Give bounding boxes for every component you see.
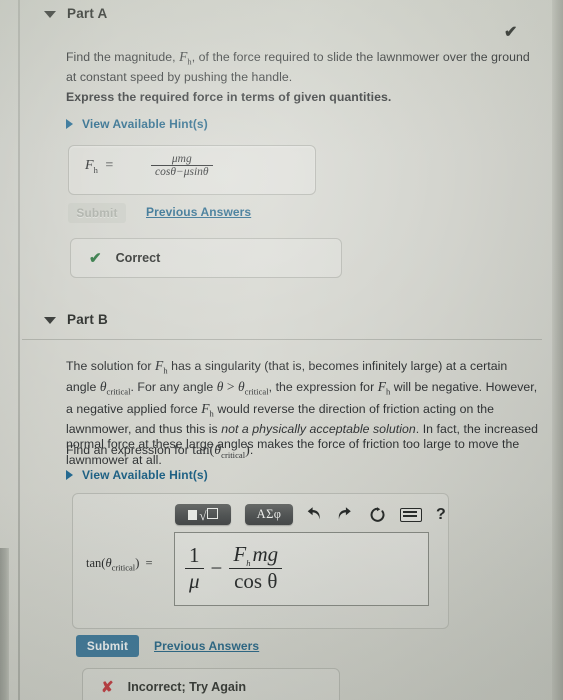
math-toolbar: √ ΑΣφ ? bbox=[175, 504, 446, 525]
math-template-icon[interactable]: √ bbox=[175, 504, 231, 525]
undo-arrow-svg bbox=[307, 507, 320, 520]
part-a-answer-lhs: Fh = bbox=[85, 158, 114, 175]
part-a-previous-answers-link[interactable]: Previous Answers bbox=[146, 205, 251, 219]
part-a-hint-label: View Available Hint(s) bbox=[82, 117, 208, 131]
redo-arrow-svg bbox=[338, 507, 351, 520]
part-b-find-prompt: Find an expression for tan(θcritical). bbox=[66, 443, 536, 463]
part-a-status-check-icon: ✔ bbox=[504, 24, 518, 41]
section-divider bbox=[22, 339, 542, 340]
question-text-c: constant speed by pushing the handle. bbox=[79, 70, 293, 85]
part-a-submit-button[interactable]: Submit bbox=[68, 203, 126, 223]
pb-l2a: . For any angle bbox=[130, 380, 217, 395]
find-prompt-tan: tan( bbox=[192, 443, 215, 458]
part-a-question-text: Find the magnitude, Fh, of the force req… bbox=[66, 49, 536, 86]
part-a-answer-fraction: μmg cosθ−μsinθ bbox=[151, 153, 213, 178]
part-a-feedback-correct: ✔ Correct bbox=[70, 238, 342, 278]
expand-caret-icon[interactable] bbox=[66, 119, 73, 129]
greek-symbols-button[interactable]: ΑΣφ bbox=[245, 504, 293, 525]
question-symbol-fh: Fh bbox=[179, 49, 192, 67]
part-b-hint-label: View Available Hint(s) bbox=[82, 468, 208, 482]
pb-l4-italic: not a physically acceptable solution bbox=[221, 421, 416, 436]
pb-l2b: , the expression for bbox=[268, 380, 378, 395]
find-prompt-theta-critical: θcritical bbox=[214, 443, 246, 460]
pb-gt: > bbox=[223, 379, 238, 395]
part-a-fraction-numerator: μmg bbox=[171, 153, 192, 165]
reset-circular-arrow-svg bbox=[370, 506, 385, 522]
pb-l4a: and thus this is bbox=[134, 421, 222, 436]
pb-sym-fh-2: Fh bbox=[377, 379, 391, 397]
pb-sym-fh-3: Fh bbox=[201, 400, 214, 419]
answer-term-one-over-mu: 1 μ bbox=[185, 543, 204, 594]
pb-sym-theta-crit-1: θcritical bbox=[99, 379, 131, 397]
answer-minus-operator: − bbox=[210, 555, 223, 580]
part-a-instruction: Express the required force in terms of g… bbox=[66, 90, 392, 104]
find-prompt-period: . bbox=[249, 443, 254, 457]
page-left-edge-shadow bbox=[0, 548, 9, 700]
term2-denominator: cos θ bbox=[229, 568, 283, 594]
pb-sym-fh-1: Fh bbox=[155, 358, 168, 376]
part-b-feedback-incorrect: ✘ Incorrect; Try Again bbox=[82, 668, 340, 700]
part-a-feedback-label: Correct bbox=[115, 251, 161, 265]
pb-l1a: The solution for bbox=[66, 359, 156, 373]
part-b-answer-lhs: tan(θcritical) = bbox=[86, 556, 153, 573]
collapse-caret-icon[interactable] bbox=[44, 11, 56, 18]
part-b-answer-input[interactable]: 1 μ − Fhmg cos θ bbox=[174, 532, 429, 606]
part-a-answer-box: Fh = μmg cosθ−μsinθ bbox=[68, 145, 316, 195]
part-b-title: Part B bbox=[67, 312, 108, 327]
part-a-title: Part A bbox=[67, 6, 108, 21]
incorrect-x-icon: ✘ bbox=[101, 678, 114, 696]
part-a-fraction-denominator: cosθ−μsinθ bbox=[151, 165, 213, 178]
part-b-feedback-label: Incorrect; Try Again bbox=[127, 680, 247, 694]
help-icon[interactable]: ? bbox=[436, 506, 446, 523]
pb-l3a: negative applied force bbox=[76, 401, 202, 416]
page-right-edge-shadow bbox=[552, 0, 563, 700]
term2-numerator: Fhmg bbox=[233, 542, 279, 569]
template-root-icon: √ bbox=[199, 507, 218, 522]
answer-expression: 1 μ − Fhmg cos θ bbox=[185, 542, 283, 594]
page-left-rule bbox=[18, 0, 20, 700]
part-a-header[interactable]: Part A bbox=[44, 6, 107, 21]
page-content: Part A ✔ Find the magnitude, Fh, of the … bbox=[0, 0, 563, 700]
part-b-submit-button[interactable]: Submit bbox=[76, 635, 139, 657]
part-b-header[interactable]: Part B bbox=[44, 312, 108, 327]
keyboard-glyph bbox=[400, 507, 422, 522]
term1-denominator: μ bbox=[185, 567, 204, 594]
undo-icon[interactable] bbox=[307, 507, 324, 522]
part-a-hints-toggle[interactable]: View Available Hint(s) bbox=[66, 117, 208, 131]
question-text-a: Find the magnitude, bbox=[66, 50, 180, 64]
reset-icon[interactable] bbox=[369, 506, 386, 523]
term1-numerator: 1 bbox=[189, 542, 200, 567]
part-b-answer-editor: √ ΑΣφ ? tan(θcritical) = 1 μ − Fhmg cos … bbox=[72, 493, 449, 629]
pb-sym-theta-crit-2: θcritical bbox=[237, 379, 269, 397]
expand-caret-icon[interactable] bbox=[66, 470, 73, 480]
correct-check-icon: ✔ bbox=[89, 249, 102, 267]
part-b-previous-answers-link[interactable]: Previous Answers bbox=[154, 639, 259, 653]
template-square-icon bbox=[188, 509, 198, 520]
collapse-caret-icon[interactable] bbox=[44, 317, 56, 324]
redo-icon[interactable] bbox=[338, 507, 355, 522]
homework-page-screenshot: Part A ✔ Find the magnitude, Fh, of the … bbox=[0, 0, 563, 700]
answer-term-fhmg-over-cos: Fhmg cos θ bbox=[229, 542, 283, 594]
find-prompt-text: Find an expression for bbox=[66, 443, 193, 457]
keyboard-icon[interactable] bbox=[400, 507, 422, 522]
part-b-hints-toggle[interactable]: View Available Hint(s) bbox=[66, 468, 208, 482]
